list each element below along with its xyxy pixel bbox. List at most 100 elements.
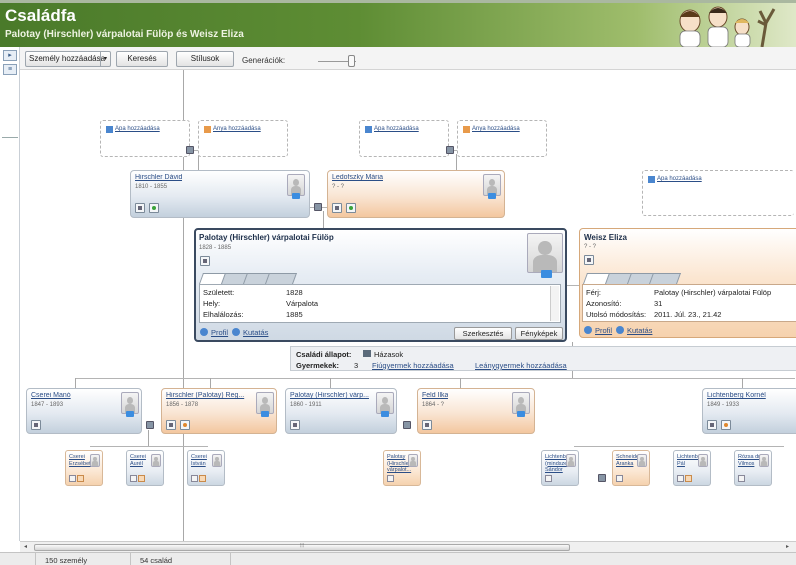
- grandchild-card[interactable]: Cserei István: [187, 450, 225, 486]
- person-name[interactable]: Hirschler Dávid: [135, 174, 182, 181]
- marriage-connector-icon[interactable]: [146, 421, 154, 429]
- styles-button[interactable]: Stílusok: [176, 51, 234, 67]
- family-tree-icon[interactable]: [69, 475, 76, 482]
- dropdown-arrow-icon[interactable]: ▾: [100, 52, 110, 66]
- person-name[interactable]: Hirschler (Palotay) Reg...: [166, 392, 254, 399]
- person-photo[interactable]: [408, 454, 418, 467]
- person-card-child[interactable]: Palotay (Hirschler) várp... 1860 - 1911: [285, 388, 397, 434]
- grandchild-card[interactable]: Schneider Aranka: [612, 450, 650, 486]
- grandchild-card[interactable]: Lichtenb... (mindsze... Sándor: [541, 450, 579, 486]
- photos-button[interactable]: Fényképek: [515, 327, 563, 340]
- person-name[interactable]: Cserei Manó: [31, 392, 71, 399]
- collapse-panel-icon[interactable]: ▸: [3, 50, 17, 61]
- person-card-child[interactable]: Hirschler (Palotay) Reg... 1856 - 1878: [161, 388, 277, 434]
- person-name[interactable]: Lichtenb... Pál: [677, 454, 702, 467]
- grandchild-card[interactable]: Rózsa dr Vilmos: [734, 450, 772, 486]
- profile-link[interactable]: Profil: [584, 326, 612, 335]
- family-tree-icon[interactable]: [584, 255, 594, 265]
- marriage-connector-icon[interactable]: [186, 146, 194, 154]
- grandchild-card[interactable]: Lichtenb... Pál: [673, 450, 711, 486]
- grandchild-card[interactable]: Cserei Erzsébet: [65, 450, 103, 486]
- family-tree-icon[interactable]: [738, 475, 745, 482]
- person-name[interactable]: Palotay (Hirschler) várp...: [290, 392, 374, 399]
- camera-icon[interactable]: [488, 193, 496, 199]
- scroll-left-icon[interactable]: ◂: [24, 543, 27, 550]
- family-tree-icon[interactable]: [422, 420, 432, 430]
- camera-icon[interactable]: [292, 193, 300, 199]
- person-card-child[interactable]: Lichtenberg Kornél 1849 - 1933: [702, 388, 796, 434]
- add-father-link[interactable]: Apa hozzáadása: [365, 126, 419, 133]
- research-icon[interactable]: [149, 203, 159, 213]
- person-photo[interactable]: [527, 233, 563, 273]
- family-tree-icon[interactable]: [130, 475, 137, 482]
- person-photo[interactable]: [212, 454, 222, 467]
- scroll-right-icon[interactable]: ▸: [786, 543, 789, 550]
- spouse-icon[interactable]: [721, 420, 731, 430]
- family-tree-icon[interactable]: [707, 420, 717, 430]
- person-photo[interactable]: [759, 454, 769, 467]
- generations-slider-handle[interactable]: [348, 55, 355, 67]
- person-photo[interactable]: [637, 454, 647, 467]
- family-tree-icon[interactable]: [677, 475, 684, 482]
- add-father-link[interactable]: Apa hozzáadása: [648, 176, 702, 183]
- family-tree-icon[interactable]: [290, 420, 300, 430]
- marriage-connector-icon[interactable]: [598, 474, 606, 482]
- person-card-child[interactable]: Feld Ilka 1864 - ?: [417, 388, 535, 434]
- person-photo[interactable]: [698, 454, 708, 467]
- selected-person-name[interactable]: Palotay (Hirschler) várpalotai Fülöp: [199, 233, 334, 242]
- add-son-link[interactable]: Fiúgyermek hozzáadása: [372, 361, 454, 370]
- person-photo[interactable]: [90, 454, 100, 467]
- spouse-icon[interactable]: [180, 420, 190, 430]
- camera-icon[interactable]: [381, 411, 389, 417]
- family-tree-icon[interactable]: [200, 256, 210, 266]
- person-name[interactable]: Schneider Aranka: [616, 454, 641, 467]
- grandchild-card[interactable]: Palotay (Hirschler) várpalot...: [383, 450, 421, 486]
- tab-media[interactable]: [264, 273, 298, 284]
- person-name[interactable]: Lichtenberg Kornél: [707, 392, 766, 399]
- spouse-name[interactable]: Weisz Eliza: [584, 233, 627, 242]
- person-card-child[interactable]: Cserei Manó 1847 - 1893: [26, 388, 142, 434]
- horizontal-scrollbar[interactable]: ◂ ⦙⦙⦙ ▸: [20, 541, 796, 552]
- person-photo[interactable]: [151, 454, 161, 467]
- research-icon[interactable]: [346, 203, 356, 213]
- marriage-connector-icon[interactable]: [403, 421, 411, 429]
- edit-button[interactable]: Szerkesztés: [454, 327, 512, 340]
- family-tree-icon[interactable]: [332, 203, 342, 213]
- family-tree-icon[interactable]: [616, 475, 623, 482]
- spouse-card[interactable]: Weisz Eliza ? - ? Férj: Palotay (Hirschl…: [579, 228, 796, 338]
- add-father-link[interactable]: Apa hozzáadása: [106, 126, 160, 133]
- spouse-icon[interactable]: [77, 475, 84, 482]
- add-person-button[interactable]: Személy hozzáadása ▾: [25, 51, 111, 67]
- search-button[interactable]: Keresés: [116, 51, 168, 67]
- person-name[interactable]: Rózsa dr Vilmos: [738, 454, 760, 467]
- person-name[interactable]: Cserei Aurél: [130, 454, 152, 467]
- family-tree-icon[interactable]: [166, 420, 176, 430]
- add-daughter-link[interactable]: Leánygyermek hozzáadása: [475, 361, 567, 370]
- person-photo[interactable]: [566, 454, 576, 467]
- person-card-father[interactable]: Hirschler Dávid 1810 - 1855: [130, 170, 310, 218]
- camera-icon[interactable]: [126, 411, 134, 417]
- camera-icon[interactable]: [517, 411, 525, 417]
- marriage-connector-icon[interactable]: [314, 203, 322, 211]
- add-mother-link[interactable]: Anya hozzáadása: [463, 126, 520, 133]
- research-link[interactable]: Kutatás: [616, 326, 652, 335]
- tab-media[interactable]: [648, 273, 682, 284]
- person-name[interactable]: Cserei István: [191, 454, 213, 467]
- marriage-connector-icon[interactable]: [446, 146, 454, 154]
- camera-icon[interactable]: [541, 270, 552, 278]
- family-tree-icon[interactable]: [387, 475, 394, 482]
- selected-person-card[interactable]: Palotay (Hirschler) várpalotai Fülöp 182…: [194, 228, 567, 342]
- spouse-icon[interactable]: [199, 475, 206, 482]
- person-name[interactable]: Feld Ilka: [422, 392, 448, 399]
- person-name[interactable]: Cserei Erzsébet: [69, 454, 91, 467]
- family-tree-icon[interactable]: [545, 475, 552, 482]
- profile-link[interactable]: Profil: [200, 328, 228, 337]
- person-name[interactable]: Palotay (Hirschler) várpalot...: [387, 454, 412, 474]
- family-tree-icon[interactable]: [31, 420, 41, 430]
- list-view-icon[interactable]: ≡: [3, 64, 17, 75]
- family-tree-icon[interactable]: [135, 203, 145, 213]
- grandchild-card[interactable]: Cserei Aurél: [126, 450, 164, 486]
- tree-canvas[interactable]: Apa hozzáadása Anya hozzáadása Apa hozzá…: [20, 70, 796, 541]
- detail-scrollbar[interactable]: [550, 286, 559, 321]
- person-name[interactable]: Lichtenb... (mindsze... Sándor: [545, 454, 572, 474]
